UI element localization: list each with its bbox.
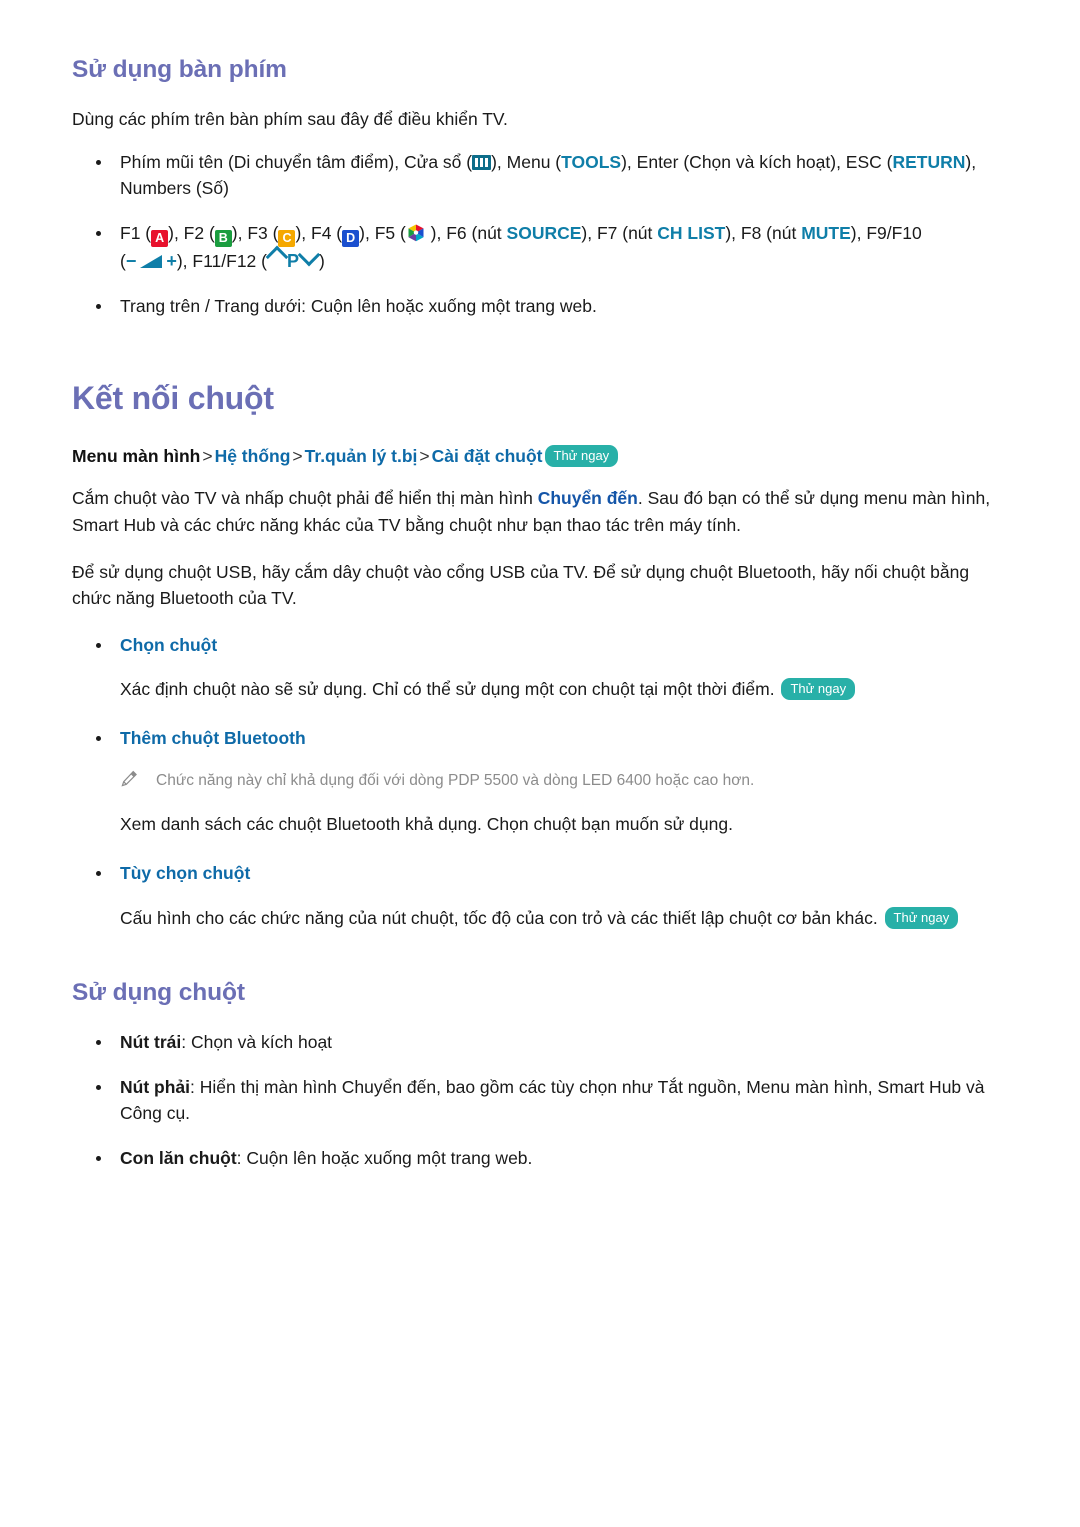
breadcrumb-item-mouse-settings[interactable]: Cài đặt chuột bbox=[432, 446, 543, 466]
select-mouse-body-text: Xác định chuột nào sẽ sử dụng. Chỉ có th… bbox=[120, 679, 780, 700]
try-now-badge[interactable]: Thử ngay bbox=[544, 444, 619, 467]
bullet-scroll-wheel: Con lăn chuột: Cuộn lên hoặc xuống một t… bbox=[72, 1145, 1008, 1172]
pencil-note-icon bbox=[120, 769, 140, 793]
breadcrumb-root: Menu màn hình bbox=[72, 445, 201, 466]
section-heading-mouse-usage: Sử dụng chuột bbox=[72, 979, 245, 1007]
mute-keyword: MUTE bbox=[801, 222, 851, 243]
scroll-wheel-label: Con lăn chuột bbox=[120, 1148, 237, 1169]
breadcrumb-separator-1: > bbox=[202, 445, 213, 466]
arrow-keys-mid1: ), Menu ( bbox=[491, 151, 562, 172]
list-item-mouse-options: Tùy chọn chuột bbox=[72, 860, 1008, 887]
window-panel-icon bbox=[472, 154, 492, 170]
fkeys-f8: ), F8 (nút bbox=[725, 222, 802, 243]
goto-keyword: Chuyển đến bbox=[537, 488, 638, 509]
breadcrumb-item-system[interactable]: Hệ thống bbox=[215, 446, 291, 466]
mouse-usage-bullet-list: Nút trái: Chọn và kích hoạt Nút phải: Hi… bbox=[72, 1029, 1008, 1171]
select-mouse-body: Xác định chuột nào sẽ sử dụng. Chỉ có th… bbox=[72, 676, 1008, 703]
keyboard-bullet-list: Phím mũi tên (Di chuyển tâm điểm), Cửa s… bbox=[72, 149, 1008, 320]
fkeys-f9f10: ), F9/F10 bbox=[850, 222, 922, 243]
right-button-text: : Hiển thị màn hình Chuyển đến, bao gồm … bbox=[120, 1076, 985, 1124]
fkeys-f7: ), F7 (nút bbox=[581, 222, 658, 243]
breadcrumb-separator-2: > bbox=[292, 445, 303, 466]
fkeys-f6: ), F6 (nút bbox=[425, 222, 507, 243]
minus-sign: − bbox=[125, 250, 137, 271]
bullet-arrow-keys: Phím mũi tên (Di chuyển tâm điểm), Cửa s… bbox=[72, 149, 1008, 202]
volume-triangle-icon bbox=[140, 254, 163, 268]
bullet-page-scroll: Trang trên / Trang dưới: Cuộn lên hoặc x… bbox=[72, 293, 1008, 320]
add-bt-mouse-title: Thêm chuột Bluetooth bbox=[120, 727, 306, 748]
arrow-keys-mid2: ), Enter (Chọn và kích hoạt), ESC ( bbox=[621, 151, 893, 172]
right-button-label: Nút phải bbox=[120, 1076, 190, 1097]
add-bt-mouse-group: Thêm chuột Bluetooth bbox=[72, 725, 1008, 752]
smart-hub-cube-icon bbox=[406, 223, 426, 243]
paragraph-1-part-a: Cắm chuột vào TV và nhấp chuột phải để h… bbox=[72, 488, 538, 509]
key-c-icon: C bbox=[278, 229, 296, 247]
page-title-mouse-connect: Kết nối chuột bbox=[72, 379, 274, 416]
arrow-keys-line2: Numbers (Số) bbox=[120, 178, 229, 199]
chevron-up-icon bbox=[265, 245, 289, 269]
document-page: Sử dụng bàn phím Dùng các phím trên bàn … bbox=[0, 0, 1080, 1527]
breadcrumb-item-device-manager[interactable]: Tr.quản lý t.bị bbox=[305, 446, 418, 466]
add-bt-mouse-body: Xem danh sách các chuột Bluetooth khả dụ… bbox=[120, 814, 733, 835]
fkeys-f2: ), F2 ( bbox=[168, 222, 215, 243]
mouse-options-group: Tùy chọn chuột bbox=[72, 860, 1008, 887]
breadcrumb: Menu màn hình > Hệ thống > Tr.quản lý t.bị > C… bbox=[72, 443, 1008, 470]
bullet-function-keys: F1 (A), F2 (B), F3 (C), F4 (D), F5 ( ), … bbox=[72, 220, 1008, 275]
select-mouse-title: Chọn chuột bbox=[120, 634, 218, 655]
keyboard-intro-text: Dùng các phím trên bàn phím sau đây để đ… bbox=[72, 109, 508, 129]
fkeys-f4: ), F4 ( bbox=[295, 222, 343, 243]
breadcrumb-separator-3: > bbox=[419, 445, 430, 466]
bullet-right-button: Nút phải: Hiển thị màn hình Chuyển đến, … bbox=[72, 1074, 1008, 1127]
key-d-icon: D bbox=[342, 229, 360, 247]
fkeys-line2-mid: ), F11/F12 ( bbox=[176, 250, 267, 271]
plus-sign: + bbox=[166, 250, 177, 271]
chevron-down-icon bbox=[297, 243, 321, 267]
add-bt-mouse-note: Chức năng này chỉ khả dụng đối với dòng … bbox=[156, 772, 755, 790]
fkeys-f1: F1 ( bbox=[120, 222, 152, 243]
return-keyword: RETURN bbox=[892, 151, 966, 172]
tools-keyword: TOOLS bbox=[561, 151, 622, 172]
mouse-connect-paragraph-2: Để sử dụng chuột USB, hãy cắm dây chuột … bbox=[72, 561, 970, 609]
ch-list-keyword: CH LIST bbox=[657, 222, 726, 243]
arrow-keys-post: ), bbox=[965, 151, 977, 172]
mouse-options-body-text: Cấu hình cho các chức năng của nút chuột… bbox=[120, 907, 883, 928]
scroll-wheel-text: : Cuộn lên hoặc xuống một trang web. bbox=[236, 1148, 533, 1169]
list-item-add-bt-mouse: Thêm chuột Bluetooth bbox=[72, 725, 1008, 752]
mouse-options-body: Cấu hình cho các chức năng của nút chuột… bbox=[72, 905, 1008, 932]
fkeys-f5: ), F5 ( bbox=[359, 222, 406, 243]
key-b-icon: B bbox=[214, 229, 232, 247]
key-a-icon: A bbox=[151, 229, 169, 247]
mouse-options-title: Tùy chọn chuột bbox=[120, 863, 251, 884]
source-keyword: SOURCE bbox=[506, 222, 582, 243]
mouse-connect-paragraph-1: Cắm chuột vào TV và nhấp chuột phải để h… bbox=[72, 485, 1008, 538]
fkeys-f3: ), F3 ( bbox=[231, 222, 279, 243]
list-item-select-mouse: Chọn chuột bbox=[72, 632, 1008, 659]
try-now-badge[interactable]: Thử ngay bbox=[884, 906, 959, 929]
left-button-label: Nút trái bbox=[120, 1032, 182, 1053]
section-heading-keyboard: Sử dụng bàn phím bbox=[72, 56, 287, 83]
arrow-keys-pre: Phím mũi tên (Di chuyển tâm điểm), Cửa s… bbox=[120, 151, 473, 172]
note-row: Chức năng này chỉ khả dụng đối với dòng … bbox=[72, 769, 1008, 793]
try-now-badge[interactable]: Thử ngay bbox=[781, 678, 856, 701]
bullet-left-button: Nút trái: Chọn và kích hoạt bbox=[72, 1029, 1008, 1056]
left-button-text: : Chọn và kích hoạt bbox=[181, 1032, 333, 1053]
select-mouse-group: Chọn chuột bbox=[72, 632, 1008, 659]
